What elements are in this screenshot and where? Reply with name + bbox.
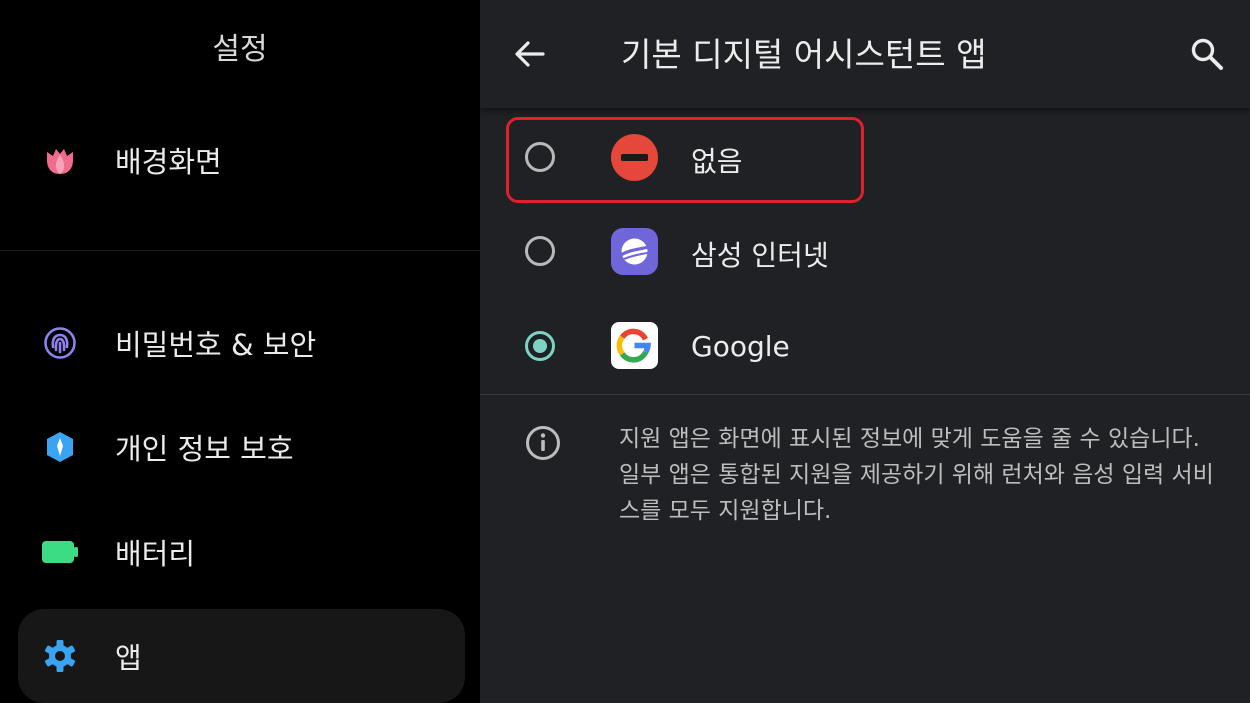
option-label: Google <box>691 330 790 363</box>
info-icon <box>525 425 561 461</box>
page-title: 기본 디지털 어시스턴트 앱 <box>621 35 987 74</box>
fingerprint-icon <box>42 325 78 361</box>
settings-panel: 설정 배경화면 비밀번호 & 보안 개인 정보 보호 배터리 앱 <box>0 0 480 703</box>
option-label: 삼성 인터넷 <box>691 239 829 272</box>
google-icon <box>611 322 658 369</box>
info-description: 지원 앱은 화면에 표시된 정보에 맞게 도움을 줄 수 있습니다. 일부 앱은… <box>619 426 1214 524</box>
settings-title: 설정 <box>212 32 268 67</box>
nav-item-password-security[interactable]: 비밀번호 & 보안 <box>18 296 465 390</box>
nav-item-apps[interactable]: 앱 <box>18 609 465 703</box>
samsung-internet-icon <box>611 228 658 275</box>
privacy-shield-icon <box>42 429 78 465</box>
app-bar: 기본 디지털 어시스턴트 앱 <box>480 0 1250 108</box>
nav-item-label: 배터리 <box>115 537 196 571</box>
nav-item-label: 개인 정보 보호 <box>115 432 294 466</box>
nav-item-battery[interactable]: 배터리 <box>18 505 465 599</box>
battery-icon <box>42 534 78 570</box>
nav-item-wallpaper[interactable]: 배경화면 <box>18 113 465 207</box>
back-arrow-icon <box>515 41 545 67</box>
nav-item-label: 비밀번호 & 보안 <box>115 328 317 362</box>
assistant-app-panel: 기본 디지털 어시스턴트 앱 없음 삼성 인터넷 Google 지원 앱은 화면… <box>480 0 1250 703</box>
divider <box>480 394 1250 395</box>
gear-icon <box>42 638 78 674</box>
highlight-box <box>506 117 864 203</box>
screen: 설정 배경화면 비밀번호 & 보안 개인 정보 보호 배터리 앱 기본 디지털 … <box>0 0 1250 703</box>
nav-item-label: 배경화면 <box>115 145 222 179</box>
nav-item-privacy[interactable]: 개인 정보 보호 <box>18 400 465 494</box>
flower-icon <box>42 142 78 178</box>
option-google[interactable]: Google <box>480 298 1250 394</box>
radio-button-checked[interactable] <box>525 331 555 361</box>
search-icon <box>1191 38 1223 70</box>
option-samsung-internet[interactable]: 삼성 인터넷 <box>480 204 1250 300</box>
search-button[interactable] <box>1187 34 1227 74</box>
radio-button[interactable] <box>525 236 555 266</box>
divider <box>0 250 480 251</box>
nav-item-label: 앱 <box>115 641 142 675</box>
back-button[interactable] <box>510 34 550 74</box>
